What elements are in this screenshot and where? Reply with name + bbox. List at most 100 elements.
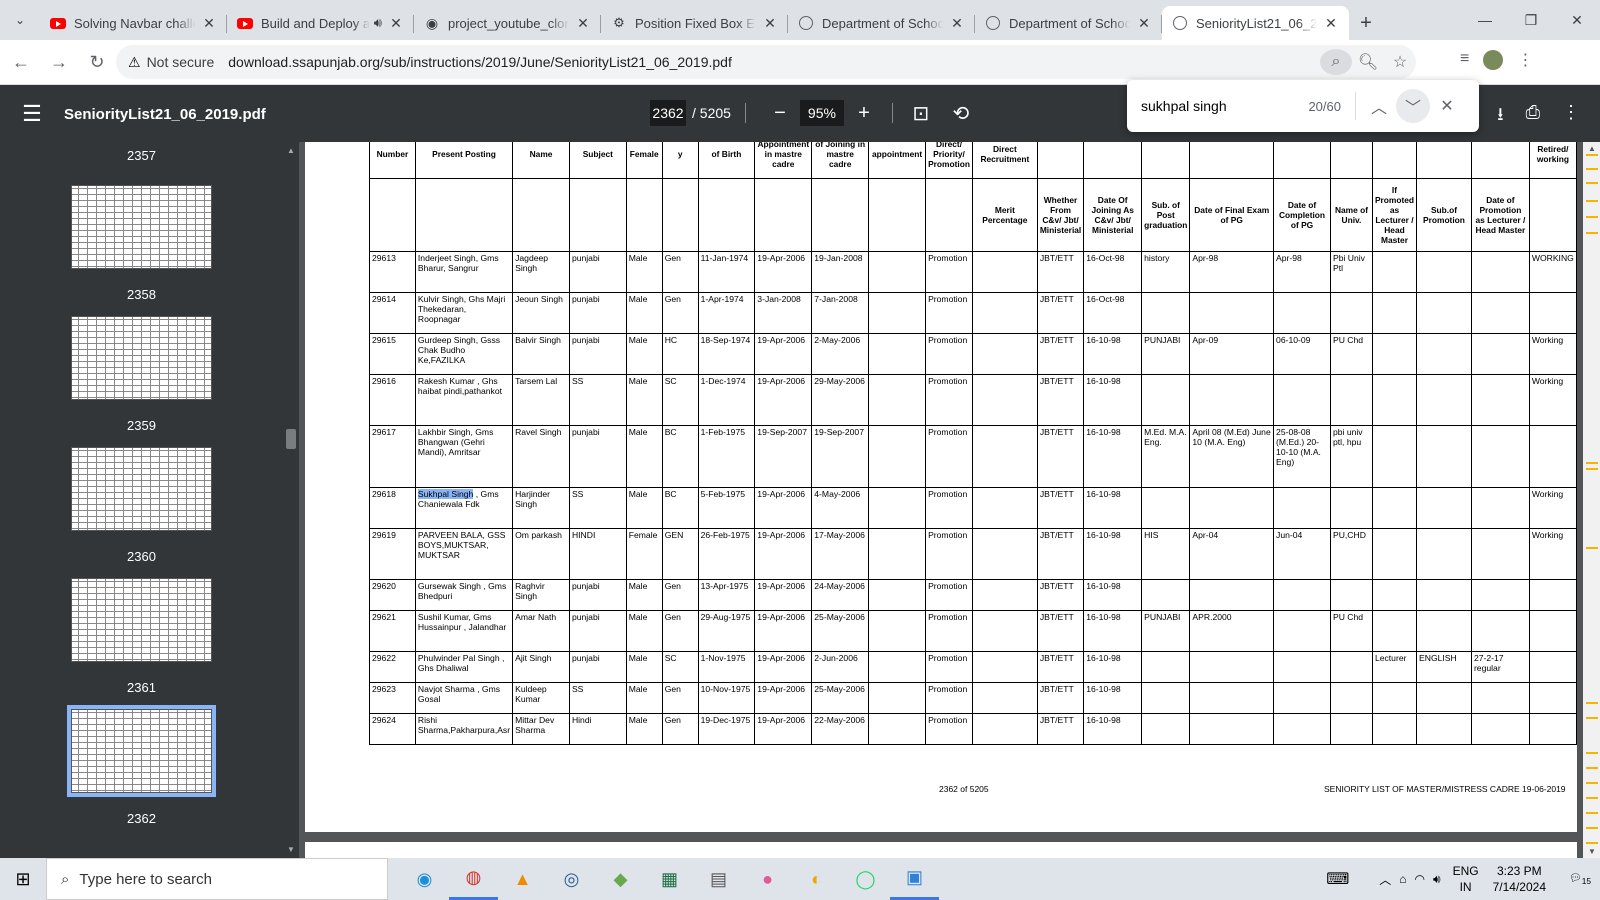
tab-4[interactable]: ⚙ Position Fixed Box Elem ✕ — [601, 6, 788, 40]
security-label[interactable]: Not secure — [147, 54, 215, 70]
table-cell — [868, 651, 927, 683]
reload-button[interactable]: ↻ — [80, 45, 114, 79]
find-input[interactable] — [1141, 98, 1301, 114]
thumbnail-image[interactable] — [67, 705, 216, 797]
tab-5[interactable]: Department of School ✕ — [788, 6, 975, 40]
table-header-cell: Direct/ Priority/ Promotion — [925, 142, 973, 179]
speaker-icon[interactable]: 🔊︎ — [374, 15, 382, 31]
green-app-icon[interactable]: ◆ — [596, 858, 645, 900]
table-cell: 25-08-08 (M.Ed.) 20-10-10 (M.A. Eng) — [1273, 425, 1331, 488]
table-cell: Inderjeet Singh, Gms Bharur, Sangrur — [414, 251, 514, 293]
table-cell: punjabi — [568, 610, 627, 652]
paint-icon[interactable]: ● — [743, 858, 792, 900]
notification-icon[interactable]: 💬︎15 — [1560, 873, 1600, 886]
table-cell: JBT/ETT — [1036, 251, 1085, 293]
pdf-filename: SeniorityList21_06_2019.pdf — [64, 105, 266, 123]
fit-page-icon[interactable]: ⊡ — [901, 101, 941, 126]
vlc-icon[interactable]: ▲ — [498, 858, 547, 900]
taskbar-search[interactable]: ⌕ Type here to search — [46, 858, 388, 900]
tab-close-icon[interactable]: ✕ — [575, 15, 591, 32]
tab-close-icon[interactable]: ✕ — [762, 15, 778, 32]
thumbnail-image[interactable] — [71, 447, 212, 531]
calculator-icon[interactable]: ▤ — [694, 858, 743, 900]
table-cell: pbi univ ptl, hpu — [1329, 425, 1373, 488]
tab-close-icon[interactable]: ✕ — [388, 15, 404, 32]
zoom-out-button[interactable]: − — [760, 102, 800, 125]
find-next-button[interactable]: ﹀ — [1396, 89, 1430, 123]
whatsapp-icon[interactable]: ◯ — [841, 858, 890, 900]
excel-icon[interactable]: ▦ — [645, 858, 694, 900]
meet-icon[interactable]: ⌂ — [1399, 872, 1406, 886]
zoom-in-button[interactable]: + — [844, 102, 884, 125]
orange-app-icon[interactable]: ◐ — [792, 858, 841, 900]
tab-1[interactable]: Solving Navbar challen ✕ — [40, 6, 227, 40]
zoom-input[interactable]: 95% — [799, 100, 844, 126]
print-icon[interactable]: ⎙ — [1526, 102, 1540, 132]
maximize-button[interactable]: ❐ — [1508, 0, 1554, 40]
thumbnail-page[interactable]: 2361 — [71, 578, 212, 695]
thumbnail-page[interactable]: 2359 — [71, 316, 212, 433]
snip-app-icon[interactable]: ▣ — [890, 858, 939, 900]
chevron-up-icon[interactable]: ︿ — [1379, 871, 1391, 888]
tab-3[interactable]: ◉ project_youtube_clone ✕ — [414, 6, 601, 40]
tab-search-button[interactable]: ⌄ — [0, 0, 40, 40]
tab-2[interactable]: Build and Deploy a 🔊︎ ✕ — [227, 6, 414, 40]
find-previous-button[interactable]: ︿ — [1362, 89, 1396, 123]
thumbnail-page[interactable]: 2362 — [67, 705, 216, 826]
table-cell: 19-Apr-2006 — [754, 528, 813, 580]
thumbnail-page[interactable]: 2360 — [71, 447, 212, 564]
menu-dots-icon[interactable]: ⋮ — [1517, 50, 1533, 70]
tab-6[interactable]: Department of School ✕ — [975, 6, 1162, 40]
viewer-scrollbar[interactable]: ▲ ▼ — [1583, 142, 1600, 858]
find-match-marker — [1586, 216, 1598, 218]
find-close-button[interactable]: ✕ — [1430, 89, 1464, 123]
zoom-icon[interactable]: 🔍︎ — [1352, 52, 1384, 72]
profile-avatar[interactable] — [1483, 50, 1504, 70]
download-icon[interactable]: ⭳ — [1497, 102, 1503, 132]
tab-close-icon[interactable]: ✕ — [1323, 15, 1339, 32]
bookmark-star-icon[interactable]: ☆ — [1384, 52, 1416, 72]
tab-close-icon[interactable]: ✕ — [949, 15, 965, 32]
table-cell — [1189, 487, 1275, 529]
back-button[interactable]: ← — [4, 45, 38, 79]
minimize-button[interactable]: — — [1462, 0, 1508, 40]
rotate-icon[interactable]: ⟲ — [941, 101, 981, 126]
thumbnail-image[interactable] — [71, 316, 212, 400]
language-indicator[interactable]: ENG IN — [1453, 863, 1479, 895]
more-options-icon[interactable]: ⋮ — [1562, 102, 1580, 132]
forward-button[interactable]: → — [42, 45, 76, 79]
close-window-button[interactable]: ✕ — [1554, 0, 1600, 40]
table-cell: Rishi Sharma,Pakharpura,Asr — [414, 713, 514, 745]
keyboard-icon[interactable]: ⌨ — [1326, 869, 1349, 889]
chrome-icon[interactable]: ◍ — [449, 858, 498, 900]
reading-list-icon[interactable]: ≡ — [1460, 50, 1469, 70]
table-row: 29624 Rishi Sharma,Pakharpura,Asr Mittar D… — [369, 713, 1578, 745]
table-cell: Ajit Singh — [512, 651, 570, 683]
tab-7[interactable]: SeniorityList21_06_201 ✕ — [1162, 6, 1349, 40]
table-cell: April 08 (M.Ed) June 10 (M.A. Eng) — [1189, 425, 1275, 488]
tab-close-icon[interactable]: ✕ — [1136, 15, 1152, 32]
menu-icon[interactable]: ☰ — [0, 101, 64, 127]
volume-icon[interactable]: 🔊︎ — [1433, 872, 1441, 887]
thumbnail-page[interactable]: 2358 — [71, 185, 212, 302]
page-number-input[interactable]: 2362 — [650, 100, 686, 126]
address-bar[interactable]: ⚠ Not secure download.ssapunjab.org/sub/… — [116, 45, 1416, 79]
photo-app-icon[interactable]: ◎ — [547, 858, 596, 900]
clock[interactable]: 3:23 PM 7/14/2024 — [1493, 863, 1546, 895]
table-subheader-cell — [1528, 178, 1578, 252]
wifi-icon[interactable]: ◠ — [1415, 872, 1425, 886]
edge-icon[interactable]: ◉ — [400, 858, 449, 900]
table-cell: BC — [661, 425, 699, 488]
windows-start-icon[interactable]: ⊞ — [0, 869, 46, 890]
find-in-page-icon[interactable]: ⌕ — [1320, 49, 1352, 75]
find-match-marker — [1586, 782, 1598, 784]
sidebar-scrollbar[interactable]: ▲ ▼ — [283, 142, 299, 858]
table-cell — [1371, 425, 1418, 488]
sidebar-scroll-thumb[interactable] — [286, 429, 296, 449]
url-text[interactable]: download.ssapunjab.org/sub/instructions/… — [228, 54, 732, 70]
table-cell — [971, 682, 1038, 714]
new-tab-button[interactable]: + — [1349, 6, 1383, 40]
thumbnail-image[interactable] — [71, 185, 212, 269]
thumbnail-image[interactable] — [71, 578, 212, 662]
tab-close-icon[interactable]: ✕ — [201, 15, 217, 32]
